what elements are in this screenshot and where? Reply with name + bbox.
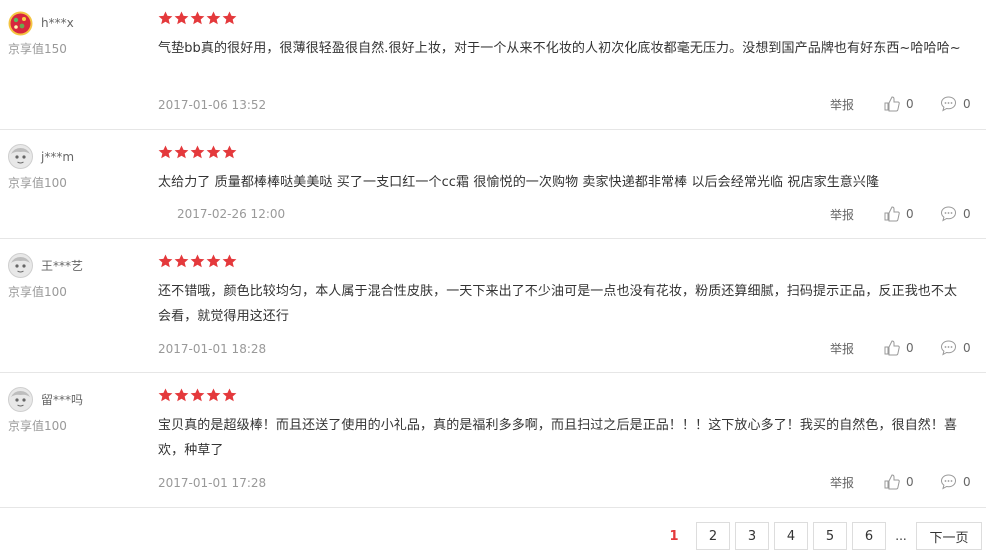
star-icon: [190, 145, 205, 159]
like-button[interactable]: 0: [883, 95, 914, 112]
review-date: 2017-01-01 18:28: [158, 342, 267, 356]
star-icon: [206, 254, 221, 268]
reply-count: 0: [963, 340, 971, 355]
review-text: 气垫bb真的很好用，很薄很轻盈很自然.很好上妆，对于一个从来不化妆的人初次化底妆…: [158, 41, 961, 56]
report-link[interactable]: 举报: [830, 476, 854, 490]
username: j***m: [41, 150, 75, 164]
page-button-3[interactable]: 3: [735, 522, 769, 550]
star-icon: [222, 388, 237, 402]
user-level: 京享值100: [8, 285, 67, 299]
like-count: 0: [906, 340, 914, 355]
star-icon: [158, 388, 173, 402]
thumbs-up-icon: [884, 96, 900, 112]
star-icon: [158, 145, 173, 159]
reply-button[interactable]: 0: [940, 473, 971, 490]
review-date: 2017-01-06 13:52: [158, 98, 267, 112]
page-button-5[interactable]: 5: [813, 522, 847, 550]
star-icon: [206, 11, 221, 25]
comment-icon: [940, 474, 957, 490]
like-button[interactable]: 0: [883, 339, 914, 356]
star-icon: [158, 254, 173, 268]
star-icon: [190, 11, 205, 25]
star-icon: [158, 11, 173, 25]
comment-icon: [940, 340, 957, 356]
star-icon: [190, 254, 205, 268]
star-icon: [174, 11, 189, 25]
page-button-4[interactable]: 4: [774, 522, 808, 550]
username: h***x: [41, 16, 74, 30]
username: 王***艺: [41, 259, 84, 273]
review-date: 2017-01-01 17:28: [158, 476, 267, 490]
reply-button[interactable]: 0: [940, 339, 971, 356]
page-button-1[interactable]: 1: [657, 522, 691, 550]
user-level: 京享值100: [8, 419, 67, 433]
report-link[interactable]: 举报: [830, 98, 854, 112]
user-level: 京享值150: [8, 42, 67, 56]
review-item: h***x 京享值150 气垫bb真的很好用，很薄很轻盈很自然.很好上妆，对于一…: [0, 0, 986, 130]
review-date: 2017-02-26 12:00: [177, 207, 286, 221]
star-icon: [174, 254, 189, 268]
page-button-6[interactable]: 6: [852, 522, 886, 550]
like-count: 0: [906, 96, 914, 111]
like-button[interactable]: 0: [883, 473, 914, 490]
reply-button[interactable]: 0: [940, 95, 971, 112]
review-item: j***m 京享值100 太给力了 质量都棒棒哒美美哒 买了一支口红一个cc霜 …: [0, 130, 986, 239]
reply-count: 0: [963, 96, 971, 111]
reply-count: 0: [963, 474, 971, 489]
thumbs-up-icon: [884, 206, 900, 222]
thumbs-up-icon: [884, 474, 900, 490]
pagination: 1 2 3 4 5 6 ... 下一页: [657, 522, 982, 552]
default-avatar-icon[interactable]: [8, 253, 33, 278]
review-item: 王***艺 京享值100 还不错哦，颜色比较均匀，本人属于混合性皮肤，一天下来出…: [0, 239, 986, 373]
star-icon: [206, 145, 221, 159]
page-button-2[interactable]: 2: [696, 522, 730, 550]
star-icon: [222, 254, 237, 268]
review-text: 还不错哦，颜色比较均匀，本人属于混合性皮肤，一天下来出了不少油可是一点也没有花妆…: [158, 284, 958, 324]
next-page-button[interactable]: 下一页: [916, 522, 982, 550]
like-count: 0: [906, 474, 914, 489]
comment-icon: [940, 206, 957, 222]
default-avatar-icon[interactable]: [8, 387, 33, 412]
fruit-avatar-icon[interactable]: [8, 11, 33, 36]
star-icon: [174, 145, 189, 159]
rating-stars: [158, 254, 237, 268]
report-link[interactable]: 举报: [830, 342, 854, 356]
star-icon: [174, 388, 189, 402]
star-icon: [222, 11, 237, 25]
star-icon: [206, 388, 221, 402]
star-icon: [222, 145, 237, 159]
review-item: 留***吗 京享值100 宝贝真的是超级棒！而且还送了使用的小礼品，真的是福利多…: [0, 373, 986, 508]
report-link[interactable]: 举报: [830, 208, 854, 222]
like-count: 0: [906, 206, 914, 221]
user-level: 京享值100: [8, 176, 67, 190]
default-avatar-icon[interactable]: [8, 144, 33, 169]
username: 留***吗: [41, 393, 84, 407]
like-button[interactable]: 0: [883, 205, 914, 222]
review-text: 宝贝真的是超级棒！而且还送了使用的小礼品，真的是福利多多啊，而且扫过之后是正品！…: [158, 418, 958, 458]
thumbs-up-icon: [884, 340, 900, 356]
rating-stars: [158, 388, 237, 402]
comment-icon: [940, 96, 957, 112]
star-icon: [190, 388, 205, 402]
reply-button[interactable]: 0: [940, 205, 971, 222]
rating-stars: [158, 11, 237, 25]
pagination-ellipsis: ...: [895, 529, 907, 543]
review-text: 太给力了 质量都棒棒哒美美哒 买了一支口红一个cc霜 很愉悦的一次购物 卖家快递…: [158, 175, 880, 190]
rating-stars: [158, 145, 237, 159]
reply-count: 0: [963, 206, 971, 221]
